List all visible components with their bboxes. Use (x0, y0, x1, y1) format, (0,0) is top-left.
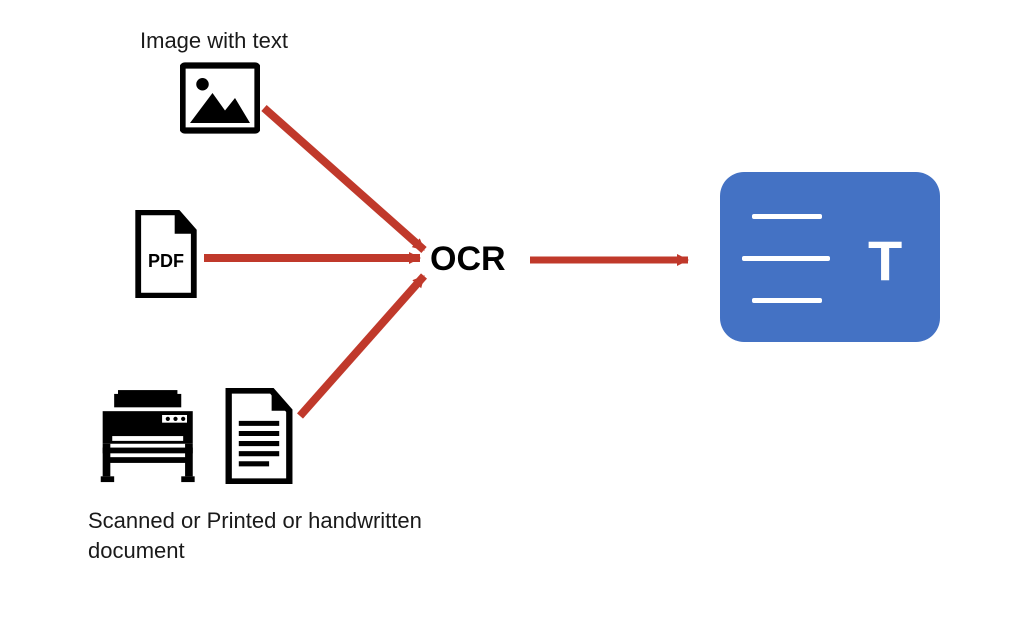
output-line-3-icon (752, 298, 822, 303)
output-line-1-icon (752, 214, 822, 219)
diagram-canvas: Image with text PDF (0, 0, 1024, 640)
output-T-glyph: T (868, 228, 902, 293)
output-text-block: T (720, 172, 940, 342)
output-line-2-icon (742, 256, 830, 261)
